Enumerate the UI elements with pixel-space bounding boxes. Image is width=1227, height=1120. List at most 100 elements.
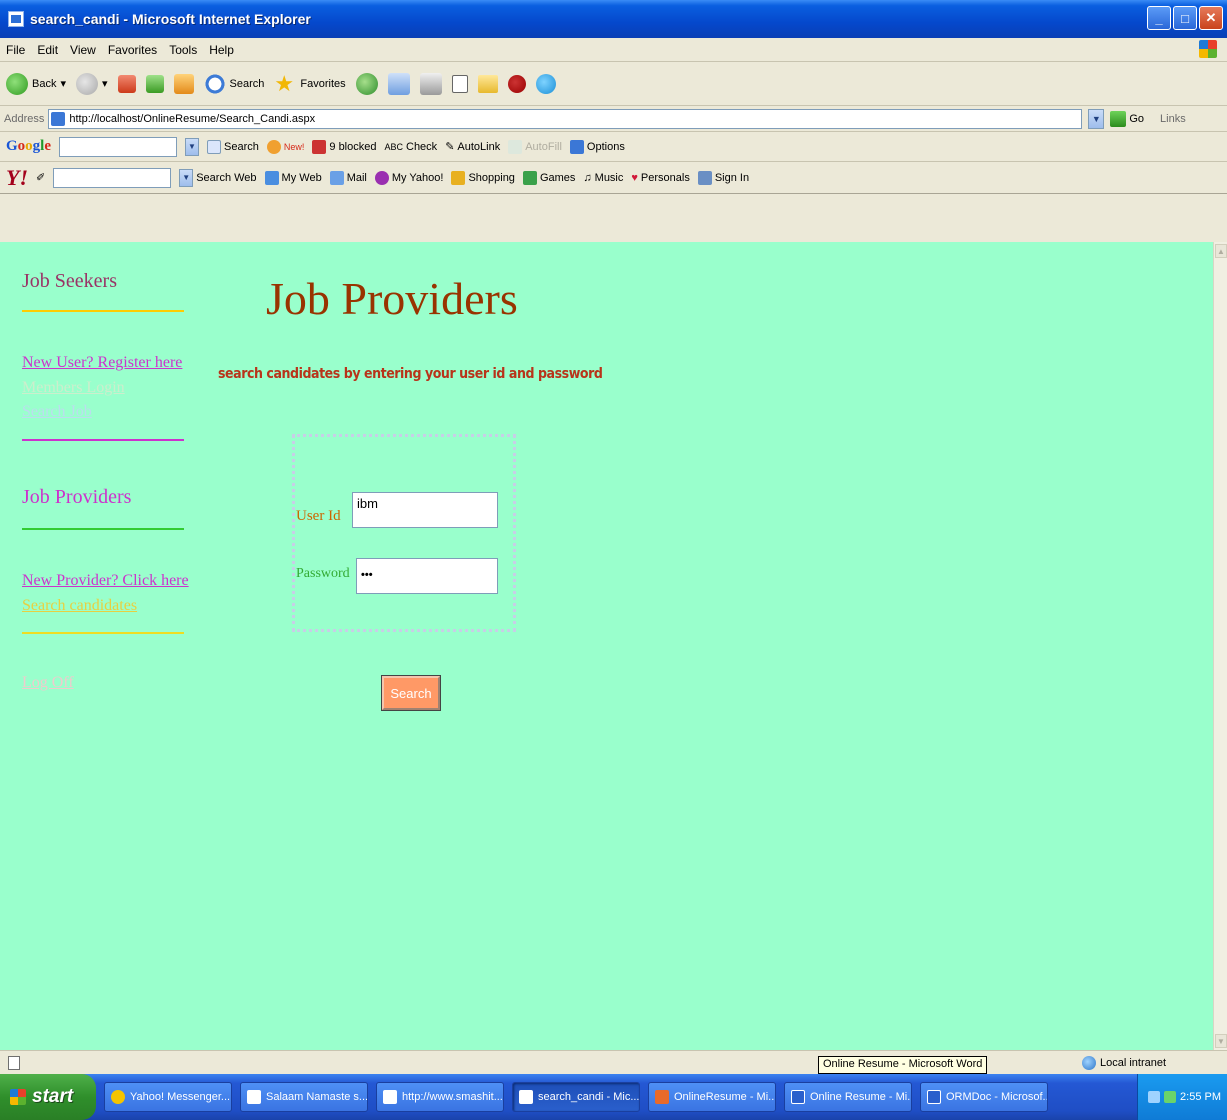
password-input[interactable]: ••• [356,558,498,594]
address-dropdown[interactable]: ▼ [1088,108,1105,129]
popup-blocker-icon [312,139,327,154]
ie-page-icon [8,11,24,27]
autofill-button[interactable]: AutoFill [508,139,562,154]
yahoo-games-button[interactable]: Games [522,170,575,185]
user-id-input[interactable]: ibm [352,492,498,528]
google-search-input[interactable] [59,136,178,157]
back-button[interactable]: Back ▾ [6,72,66,95]
page-content: Job Seekers New User? Register here Memb… [0,242,1213,1050]
page-icon [51,111,66,126]
menu-favorites[interactable]: Favorites [108,43,157,57]
yahoo-search-web-button[interactable]: ▼ Search Web [179,168,257,187]
windows-logo-icon [1199,40,1217,58]
yahoo-search-input[interactable] [53,167,172,188]
forward-button[interactable]: ▾ [76,72,108,95]
new-user-register-link[interactable]: New User? Register here [22,354,182,372]
vs-icon [655,1090,669,1104]
task-search-candi[interactable]: search_candi - Mic... [512,1082,640,1112]
new-provider-link[interactable]: New Provider? Click here [22,572,189,590]
maximize-button[interactable]: □ [1173,6,1197,30]
autolink-button[interactable]: ✎ AutoLink [445,140,501,154]
autolink-label: AutoLink [457,140,501,153]
yahoo-shopping-button[interactable]: Shopping [451,170,515,185]
page-status-icon [8,1056,20,1070]
google-search-button[interactable]: Search [207,139,259,154]
status-bar: Local intranet [0,1050,1227,1074]
search-job-link[interactable]: Search Job [22,403,92,421]
go-button[interactable]: Go [1110,110,1144,127]
games-icon [522,170,537,185]
user-id-label: User Id [296,508,341,524]
zone-label: Local intranet [1100,1057,1167,1069]
google-options-button[interactable]: Options [569,139,625,154]
yahoo-music-button[interactable]: ♫ Music [583,172,623,184]
menu-file[interactable]: File [6,43,25,57]
menu-tools[interactable]: Tools [169,43,197,57]
task-label: Salaam Namaste s... [266,1091,368,1103]
search-button[interactable]: Search [381,675,441,711]
minimize-button[interactable]: _ [1147,6,1171,30]
taskbar: start Yahoo! Messenger... Salaam Namaste… [0,1074,1227,1120]
tray-icon[interactable] [1148,1091,1161,1103]
task-label: search_candi - Mic... [538,1091,640,1103]
task-yahoo-messenger[interactable]: Yahoo! Messenger... [104,1082,232,1112]
tray-icon[interactable] [1164,1091,1177,1103]
refresh-icon[interactable] [145,74,164,93]
history-icon[interactable] [355,72,378,95]
menu-help[interactable]: Help [209,43,234,57]
popup-blocker-button[interactable]: 9 blocked [312,139,376,154]
mail-icon[interactable] [387,72,410,95]
task-onlineresume[interactable]: OnlineResume - Mi... [648,1082,776,1112]
task-label: ORMDoc - Microsof... [946,1091,1048,1103]
yahoo-logo[interactable]: Y! [6,165,28,191]
close-button[interactable]: ✕ [1199,6,1223,30]
log-off-link[interactable]: Log Off [22,674,74,692]
favorites-button[interactable]: ★ Favorites [274,70,345,96]
google-logo[interactable]: Google [6,138,51,155]
job-seekers-heading: Job Seekers [22,270,117,292]
yahoo-pen-icon[interactable]: ✐ [36,171,45,184]
menu-view[interactable]: View [70,43,96,57]
star-icon: ★ [274,70,295,96]
page-subtitle: search candidates by entering your user … [218,366,603,382]
scroll-down-icon[interactable]: ▼ [1215,1034,1227,1048]
home-icon[interactable] [173,73,194,94]
scroll-up-icon[interactable]: ▲ [1215,244,1227,258]
task-label: OnlineResume - Mi... [674,1091,776,1103]
research-icon[interactable] [507,74,526,93]
start-button[interactable]: start [0,1074,96,1120]
edit-icon[interactable] [451,74,468,93]
vertical-scrollbar[interactable]: ▲ ▼ [1213,242,1227,1050]
start-label: start [32,1086,74,1107]
print-icon[interactable] [419,72,442,95]
spell-check-button[interactable]: ABC Check [384,141,437,153]
task-smashits[interactable]: http://www.smashit... [376,1082,504,1112]
yahoo-my-yahoo-button[interactable]: My Yahoo! [374,170,443,185]
search-button[interactable]: Search [203,72,264,95]
folder-icon[interactable] [477,74,498,93]
word-icon [791,1090,805,1104]
window-titlebar[interactable]: search_candi - Microsoft Internet Explor… [0,0,1227,38]
yahoo-my-web-button[interactable]: My Web [264,170,322,185]
yahoo-personals-button[interactable]: ♥ Personals [631,172,689,184]
task-ormdoc[interactable]: ORMDoc - Microsof... [920,1082,1048,1112]
google-search-dropdown[interactable]: ▼ [185,137,200,156]
address-input[interactable]: http://localhost/OnlineResume/Search_Can… [48,108,1083,129]
my-web-icon [264,170,279,185]
yahoo-sign-in-button[interactable]: Sign In [697,170,749,185]
task-salaam-namaste[interactable]: Salaam Namaste s... [240,1082,368,1112]
search-candidates-link[interactable]: Search candidates [22,597,137,615]
yahoo-toolbar: Y! ✐ ▼ Search Web My Web Mail My Yahoo! … [0,162,1227,194]
stop-icon[interactable] [117,74,136,93]
google-new-button[interactable]: New! [266,139,304,154]
check-label: Check [406,140,438,153]
links-button[interactable]: Links [1160,113,1186,125]
messenger-icon[interactable] [535,73,556,94]
yahoo-mail-button[interactable]: Mail [329,170,367,185]
taskbar-tooltip: Online Resume - Microsoft Word [818,1056,988,1074]
chevron-down-icon: ▼ [179,168,194,187]
menu-edit[interactable]: Edit [37,43,58,57]
members-login-link[interactable]: Members Login [22,379,125,397]
music-label: Music [594,171,624,184]
task-online-resume-word[interactable]: Online Resume - Mi... [784,1082,912,1112]
